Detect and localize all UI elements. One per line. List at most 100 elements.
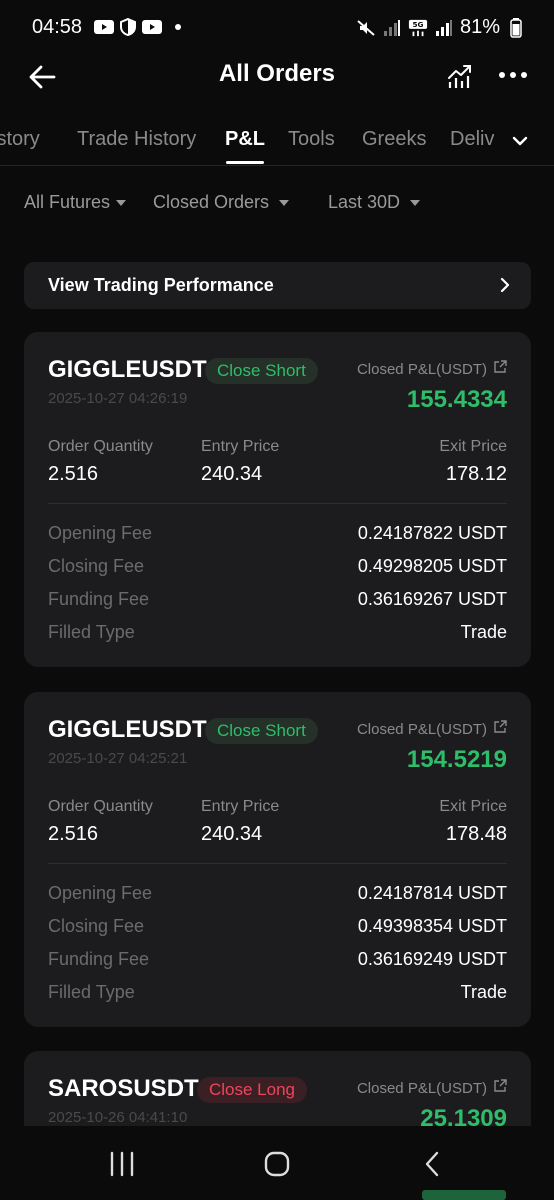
closed-pnl-label-text: Closed P&L(USDT) [356,1079,487,1097]
tab-bar: istory Trade History P&L Tools Greeks De… [0,118,554,166]
status-time: 04:58 [32,16,83,38]
card-divider [48,863,507,864]
order-quantity-value: 2.516 [48,823,99,845]
order-quantity-value: 2.516 [48,463,99,485]
view-trading-performance-label: View Trading Performance [48,275,274,295]
order-card[interactable]: GIGGLEUSDT Close Short 2025-10-27 04:26:… [24,332,531,667]
closed-pnl-value: 154.5219 [406,746,507,773]
closing-fee-label: Closing Fee [48,556,145,576]
closing-fee-label: Closing Fee [48,916,145,936]
tab-active-indicator [226,161,264,164]
closed-pnl-label[interactable]: Closed P&L(USDT) [357,720,507,738]
closed-pnl-value: 25.1309 [420,1105,507,1126]
order-card[interactable]: GIGGLEUSDT Close Short 2025-10-27 04:25:… [24,692,531,1027]
closed-pnl-label-text: Closed P&L(USDT) [356,720,487,738]
side-badge: Close Long [197,1077,308,1103]
funding-fee-label: Funding Fee [48,949,150,969]
order-time: 2025-10-27 04:26:19 [48,390,188,407]
mute-icon [356,19,376,37]
filter-period[interactable]: Last 30D [328,192,421,213]
chart-icon[interactable] [446,60,474,90]
order-card[interactable]: SAROSUSDT Close Long 2025-10-26 04:41:10… [24,1051,531,1126]
status-right-icons: 5G 81% [356,16,526,39]
filter-bar: All Futures Closed Orders Last 30D [0,186,554,220]
entry-price-value: 240.34 [201,463,263,485]
exit-price-label: Exit Price [439,798,507,815]
notification-dot [175,24,181,30]
external-link-icon [493,360,507,378]
order-symbol: GIGGLEUSDT [48,716,207,743]
filled-type-value: Trade [460,622,507,642]
tab-tools[interactable]: Tools [288,128,335,151]
funding-fee-value: 0.36169267 USDT [357,589,507,609]
filter-product-label: All Futures [24,192,111,212]
home-icon[interactable] [262,1150,292,1178]
status-left-icons [94,18,162,36]
entry-price-label: Entry Price [201,438,280,455]
filter-period-label: Last 30D [328,192,401,212]
exit-price-value: 178.12 [445,463,507,485]
external-link-icon [493,1079,507,1097]
order-symbol: GIGGLEUSDT [48,356,207,383]
exit-price-label: Exit Price [439,438,507,455]
back-icon[interactable] [418,1150,448,1178]
tab-delivery[interactable]: Deliv [450,128,494,151]
opening-fee-label: Opening Fee [48,883,153,903]
recent-apps-icon[interactable] [107,1150,137,1178]
side-badge: Close Short [205,718,318,744]
external-link-icon [493,720,507,738]
youtube-icon [94,18,114,36]
opening-fee-label: Opening Fee [48,523,153,543]
5g-icon: 5G [408,19,428,37]
exit-price-value: 178.48 [445,823,507,845]
view-trading-performance-button[interactable]: View Trading Performance [24,262,531,309]
signal-icon [434,19,454,37]
filter-order-type[interactable]: Closed Orders [153,192,290,213]
filled-type-label: Filled Type [48,622,135,642]
status-bar: 04:58 5G 81% [0,0,554,56]
order-time: 2025-10-26 04:41:10 [48,1109,188,1126]
order-quantity-label: Order Quantity [48,798,153,815]
battery-percent: 81% [459,16,500,38]
caret-down-icon [279,199,290,206]
tab-greeks[interactable]: Greeks [362,128,426,151]
side-badge: Close Short [205,358,318,384]
tab-pnl[interactable]: P&L [225,128,265,151]
signal-icon [382,19,402,37]
tab-order-history[interactable]: istory [0,128,40,151]
closed-pnl-label-text: Closed P&L(USDT) [356,360,487,378]
funding-fee-label: Funding Fee [48,589,150,609]
entry-price-value: 240.34 [201,823,263,845]
closed-pnl-label[interactable]: Closed P&L(USDT) [357,1079,507,1097]
opening-fee-value: 0.24187822 USDT [357,523,507,543]
caret-down-icon [410,199,421,206]
card-divider [48,503,507,504]
closed-pnl-label[interactable]: Closed P&L(USDT) [357,360,507,378]
tab-trade-history[interactable]: Trade History [77,128,196,151]
battery-icon [506,17,526,38]
filter-order-type-label: Closed Orders [153,192,270,212]
chevron-right-icon [497,276,513,294]
order-quantity-label: Order Quantity [48,438,153,455]
filter-product[interactable]: All Futures [24,192,127,213]
scrolled-content-peek [422,1190,506,1200]
caret-down-icon [116,199,127,206]
tabs-divider [0,165,554,166]
entry-price-label: Entry Price [201,798,280,815]
closing-fee-value: 0.49398354 USDT [357,916,507,936]
header: All Orders [0,52,554,100]
more-icon[interactable] [497,62,529,88]
shield-icon [118,18,138,36]
filled-type-label: Filled Type [48,982,135,1002]
closing-fee-value: 0.49298205 USDT [357,556,507,576]
system-nav-bar [0,1126,554,1200]
closed-pnl-value: 155.4334 [406,386,507,413]
funding-fee-value: 0.36169249 USDT [357,949,507,969]
opening-fee-value: 0.24187814 USDT [357,883,507,903]
svg-text:5G: 5G [412,20,423,29]
filled-type-value: Trade [460,982,507,1002]
order-time: 2025-10-27 04:25:21 [48,750,188,767]
order-symbol: SAROSUSDT [48,1075,199,1102]
chevron-down-icon[interactable] [510,131,530,151]
youtube-icon [142,18,162,36]
